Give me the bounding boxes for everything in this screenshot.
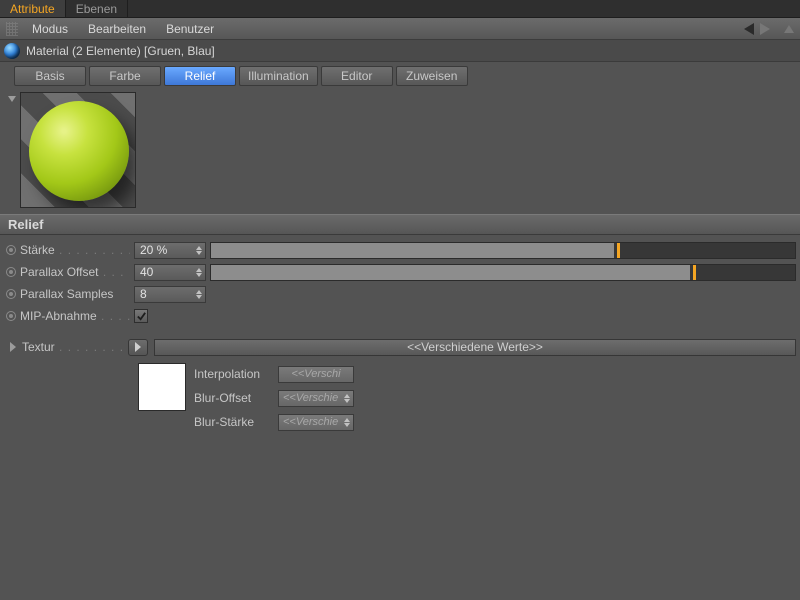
textur-detail: Interpolation <<Verschi Blur-Offset <<Ve… (4, 359, 800, 431)
checkbox-mip[interactable] (134, 309, 148, 323)
label-parallax-samples: Parallax Samples (20, 287, 130, 301)
object-title-bar: Material (2 Elemente) [Gruen, Blau] (0, 40, 800, 62)
field-parallax-offset[interactable]: 40 (134, 264, 206, 281)
label-mip: MIP-Abnahme (20, 309, 130, 323)
textur-swatch[interactable] (138, 363, 186, 411)
keyframe-toggle-staerke[interactable] (6, 245, 16, 255)
grip-icon[interactable] (6, 22, 18, 36)
tab-basis[interactable]: Basis (14, 66, 86, 86)
row-blur-staerke: Blur-Stärke <<Verschie (194, 413, 354, 431)
panel-tabs: Attribute Ebenen (0, 0, 800, 18)
label-staerke: Stärke (20, 243, 130, 257)
textur-fields: Interpolation <<Verschi Blur-Offset <<Ve… (194, 363, 354, 431)
row-interpolation: Interpolation <<Verschi (194, 365, 354, 383)
history-up-icon[interactable] (784, 25, 794, 33)
value-parallax-offset: 40 (140, 265, 153, 279)
preview-row (0, 90, 800, 214)
history-forward-icon[interactable] (760, 23, 776, 35)
value-blur-staerke: <<Verschie (283, 416, 338, 428)
keyframe-toggle-mip[interactable] (6, 311, 16, 321)
slider-staerke[interactable] (210, 242, 796, 259)
spinner-blur-staerke[interactable] (343, 418, 353, 427)
row-parallax-samples: Parallax Samples 8 (4, 283, 800, 305)
label-blur-offset: Blur-Offset (194, 391, 272, 405)
field-interpolation[interactable]: <<Verschi (278, 366, 354, 383)
field-blur-offset[interactable]: <<Verschie (278, 390, 354, 407)
channel-tabs: Basis Farbe Relief Illumination Editor Z… (0, 62, 800, 90)
tab-illumination[interactable]: Illumination (239, 66, 318, 86)
tab-farbe[interactable]: Farbe (89, 66, 161, 86)
textur-picker-button[interactable] (128, 339, 148, 356)
value-blur-offset: <<Verschie (283, 392, 338, 404)
material-icon (4, 43, 20, 59)
tab-ebenen[interactable]: Ebenen (66, 0, 128, 17)
history-back-icon[interactable] (744, 23, 754, 35)
row-blur-offset: Blur-Offset <<Verschie (194, 389, 354, 407)
keyframe-toggle-parallax-offset[interactable] (6, 267, 16, 277)
section-header-relief: Relief (0, 214, 800, 235)
textur-expand-icon[interactable] (10, 342, 16, 352)
material-preview[interactable] (20, 92, 136, 208)
tab-attribute[interactable]: Attribute (0, 0, 66, 17)
tab-relief[interactable]: Relief (164, 66, 236, 86)
spinner-staerke[interactable] (195, 246, 205, 255)
preview-sphere (29, 101, 129, 201)
value-parallax-samples: 8 (140, 287, 147, 301)
slider-handle[interactable] (617, 243, 620, 258)
label-blur-staerke: Blur-Stärke (194, 415, 272, 429)
row-parallax-offset: Parallax Offset 40 (4, 261, 800, 283)
triangle-right-icon (135, 342, 141, 352)
tab-editor[interactable]: Editor (321, 66, 393, 86)
label-parallax-offset: Parallax Offset (20, 265, 130, 279)
menu-bearbeiten[interactable]: Bearbeiten (78, 19, 156, 39)
keyframe-toggle-parallax-samples[interactable] (6, 289, 16, 299)
object-title: Material (2 Elemente) [Gruen, Blau] (26, 44, 215, 58)
spinner-blur-offset[interactable] (343, 394, 353, 403)
row-mip-abnahme: MIP-Abnahme (4, 305, 800, 327)
preview-collapse-icon[interactable] (8, 96, 16, 102)
menubar: Modus Bearbeiten Benutzer (0, 18, 800, 40)
slider-fill (211, 243, 614, 258)
spinner-parallax-offset[interactable] (195, 268, 205, 277)
textur-value[interactable]: <<Verschiedene Werte>> (154, 339, 796, 356)
slider-fill (211, 265, 690, 280)
menu-modus[interactable]: Modus (22, 19, 78, 39)
row-staerke: Stärke 20 % (4, 239, 800, 261)
value-staerke: 20 % (140, 243, 167, 257)
spinner-parallax-samples[interactable] (195, 290, 205, 299)
tab-zuweisen[interactable]: Zuweisen (396, 66, 468, 86)
label-interpolation: Interpolation (194, 367, 272, 381)
relief-params: Stärke 20 % Parallax Offset 40 Parallax … (0, 235, 800, 431)
field-parallax-samples[interactable]: 8 (134, 286, 206, 303)
label-textur: Textur (22, 340, 122, 354)
field-staerke[interactable]: 20 % (134, 242, 206, 259)
field-blur-staerke[interactable]: <<Verschie (278, 414, 354, 431)
slider-parallax-offset[interactable] (210, 264, 796, 281)
check-icon (136, 311, 147, 322)
row-textur: Textur <<Verschiedene Werte>> (4, 335, 800, 359)
menu-benutzer[interactable]: Benutzer (156, 19, 224, 39)
slider-handle[interactable] (693, 265, 696, 280)
